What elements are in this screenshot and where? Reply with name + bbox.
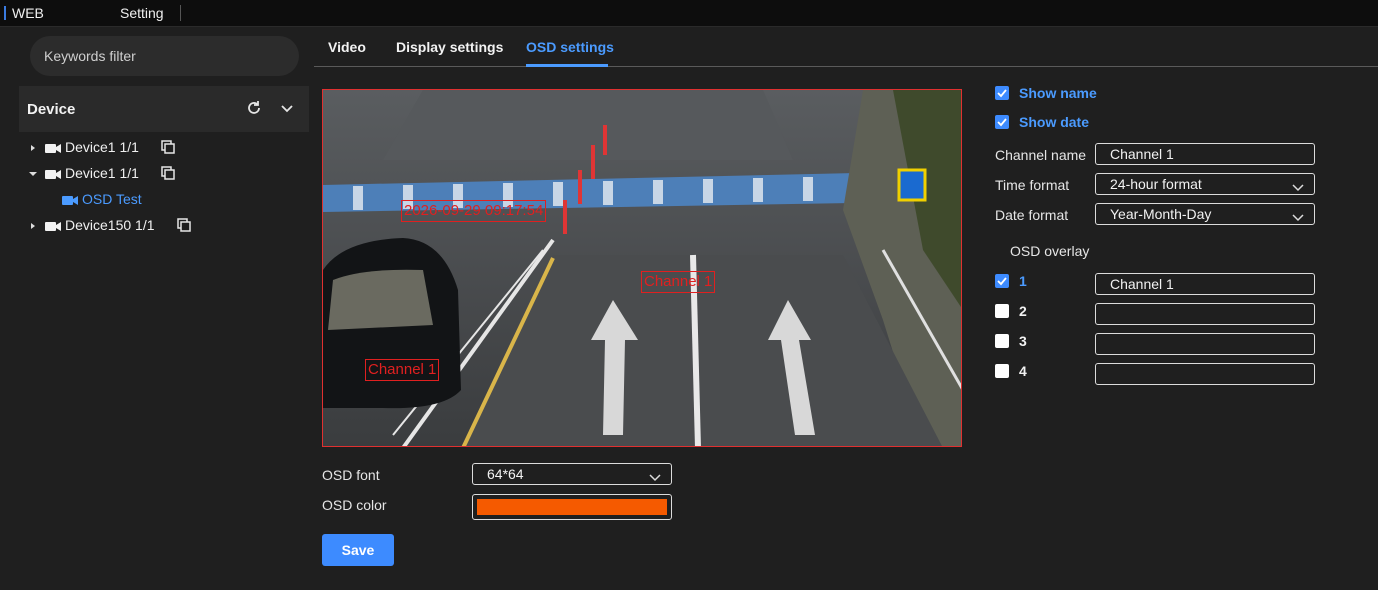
- date-format-select[interactable]: Year-Month-Day: [1095, 203, 1315, 225]
- caret-right-icon[interactable]: [27, 141, 39, 153]
- caret-down-icon[interactable]: [27, 167, 39, 179]
- tree-item-label: Device1 1/1: [65, 139, 139, 155]
- osd-color-swatch: [477, 499, 667, 515]
- osd-font-select[interactable]: 64*64: [472, 463, 672, 485]
- tree-item-osd-test[interactable]: OSD Test: [62, 188, 142, 210]
- show-name-checkbox[interactable]: [995, 86, 1009, 100]
- device-title: Device: [27, 101, 76, 118]
- overlay-2-checkbox[interactable]: [995, 304, 1009, 318]
- date-format-label: Date format: [995, 207, 1069, 223]
- overlay-3-number: 3: [1019, 333, 1027, 349]
- osd-overlay-title: OSD overlay: [1010, 243, 1090, 259]
- divider: [180, 5, 181, 21]
- tree-item-device1-a[interactable]: Device1 1/1: [27, 136, 175, 158]
- brand-label: WEB: [12, 5, 44, 21]
- date-format-value: Year-Month-Day: [1110, 206, 1212, 222]
- osd-date-overlay[interactable]: 2026-09-29 09:17:54: [401, 200, 547, 222]
- chevron-down-icon: [1292, 209, 1304, 222]
- tab-video[interactable]: Video: [328, 39, 366, 55]
- channel-name-label: Channel name: [995, 147, 1087, 163]
- tab-osd-settings[interactable]: OSD settings: [526, 39, 614, 55]
- copy-icon[interactable]: [161, 166, 175, 180]
- device-panel-header: Device: [19, 86, 309, 132]
- copy-icon[interactable]: [176, 218, 191, 232]
- osd-font-value: 64*64: [487, 466, 524, 482]
- chevron-down-icon: [1292, 179, 1304, 192]
- overlay-2-number: 2: [1019, 303, 1027, 319]
- active-tab-indicator: [526, 64, 608, 67]
- time-format-select[interactable]: 24-hour format: [1095, 173, 1315, 195]
- osd-channel-overlay-left[interactable]: Channel 1: [365, 359, 440, 381]
- overlay-4-input[interactable]: [1095, 363, 1315, 385]
- camera-icon: [62, 193, 78, 205]
- video-preview: 2026-09-29 09:17:54 Channel 1 Channel 1: [322, 89, 962, 447]
- save-button[interactable]: Save: [322, 534, 394, 566]
- camera-icon: [45, 141, 61, 153]
- camera-icon: [45, 167, 61, 179]
- copy-icon[interactable]: [161, 140, 175, 154]
- brand-accent: [4, 6, 6, 20]
- tree-item-device1-b[interactable]: Device1 1/1: [27, 162, 175, 184]
- overlay-3-checkbox[interactable]: [995, 334, 1009, 348]
- overlay-4-checkbox[interactable]: [995, 364, 1009, 378]
- camera-scene: [323, 90, 961, 446]
- overlay-2-input[interactable]: [1095, 303, 1315, 325]
- overlay-3-input[interactable]: [1095, 333, 1315, 355]
- time-format-label: Time format: [995, 177, 1070, 193]
- top-bar: WEB Setting: [0, 0, 1378, 27]
- show-name-label[interactable]: Show name: [1019, 85, 1097, 101]
- osd-font-label: OSD font: [322, 467, 380, 483]
- show-date-label[interactable]: Show date: [1019, 114, 1089, 130]
- tab-display-settings[interactable]: Display settings: [396, 39, 503, 55]
- tree-item-label: Device150 1/1: [65, 217, 155, 233]
- settings-tabs: Video Display settings OSD settings: [314, 28, 1378, 67]
- refresh-icon[interactable]: [245, 99, 263, 117]
- tree-item-device150[interactable]: Device150 1/1: [27, 214, 191, 236]
- overlay-4-number: 4: [1019, 363, 1027, 379]
- camera-icon: [45, 219, 61, 231]
- overlay-1-checkbox[interactable]: [995, 274, 1009, 288]
- menu-setting[interactable]: Setting: [120, 5, 164, 21]
- overlay-1-number: 1: [1019, 273, 1027, 289]
- osd-channel-overlay-center[interactable]: Channel 1: [641, 271, 716, 293]
- caret-right-icon[interactable]: [27, 219, 39, 231]
- osd-color-label: OSD color: [322, 497, 387, 513]
- overlay-1-input[interactable]: [1095, 273, 1315, 295]
- chevron-down-icon: [649, 469, 661, 482]
- tree-item-label: OSD Test: [82, 191, 142, 207]
- tree-item-label: Device1 1/1: [65, 165, 139, 181]
- osd-color-picker[interactable]: [472, 494, 672, 520]
- channel-name-input[interactable]: [1095, 143, 1315, 165]
- time-format-value: 24-hour format: [1110, 176, 1202, 192]
- chevron-down-icon[interactable]: [278, 99, 296, 117]
- keywords-filter-input[interactable]: [30, 36, 299, 76]
- show-date-checkbox[interactable]: [995, 115, 1009, 129]
